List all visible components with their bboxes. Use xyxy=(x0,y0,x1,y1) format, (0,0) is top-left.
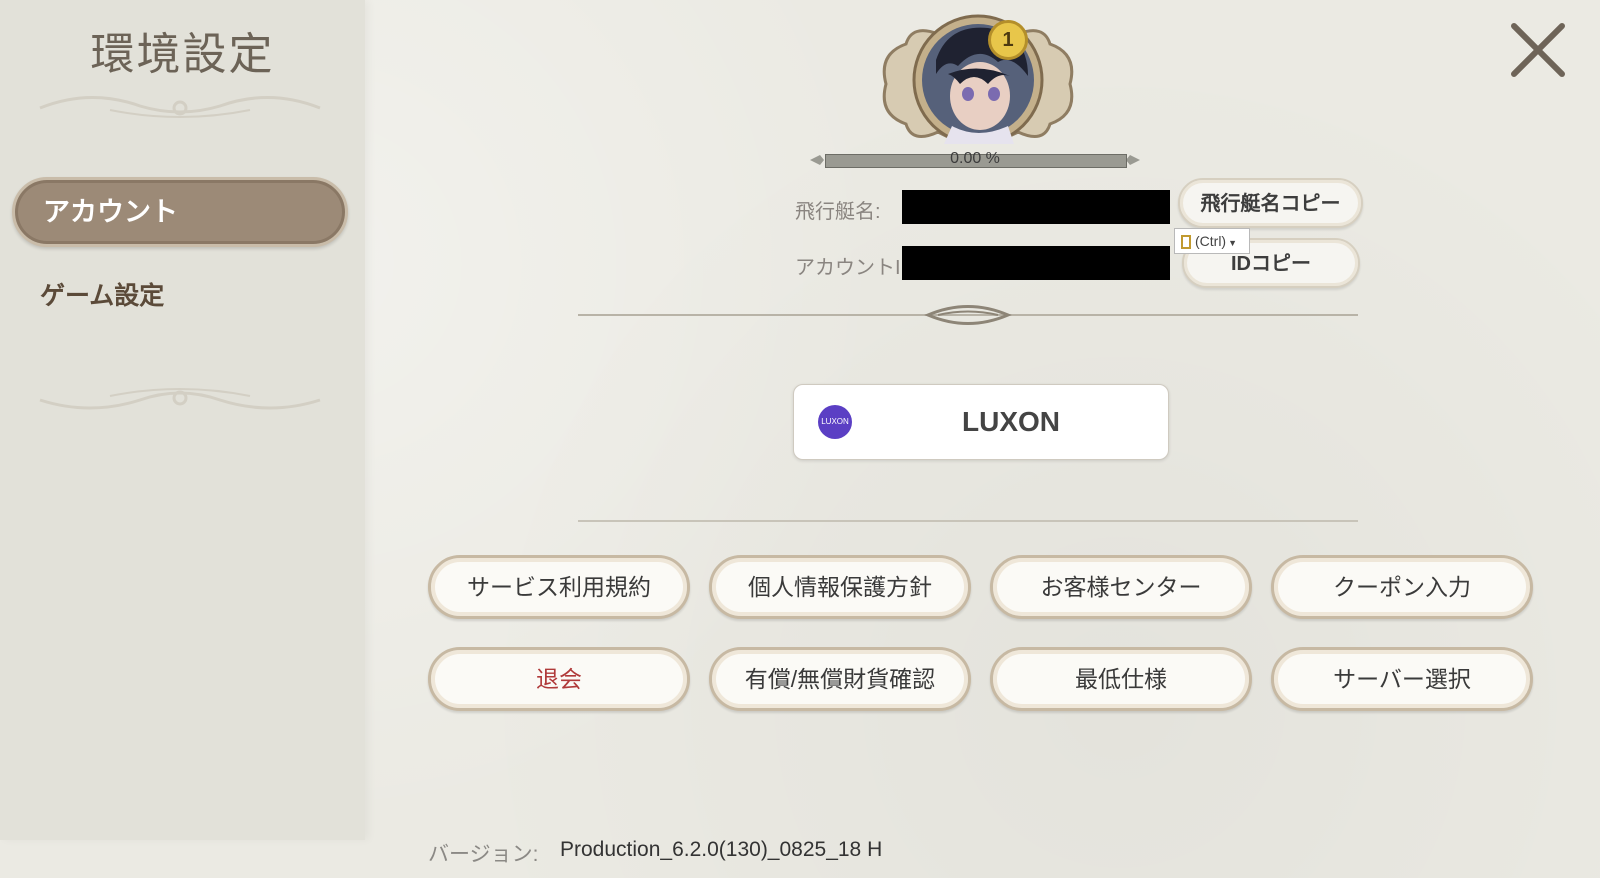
pilot-name-label: 飛行艇名: xyxy=(795,201,881,223)
experience-progress: 0.00 % xyxy=(810,150,1140,168)
page-title: 環境設定 xyxy=(90,29,275,80)
copy-pilot-name-button[interactable]: 飛行艇名コピー xyxy=(1178,178,1363,228)
coupon-input-button[interactable]: クーポン入力 xyxy=(1271,555,1533,619)
ornament-divider-bottom xyxy=(39,388,321,410)
account-id-label: アカウントI xyxy=(795,257,901,279)
level-badge: 1 xyxy=(988,20,1028,60)
tab-game-settings[interactable]: ゲーム設定 xyxy=(40,276,164,312)
privacy-policy-button[interactable]: 個人情報保護方針 xyxy=(709,555,971,619)
tab-account-label: アカウント xyxy=(43,197,178,227)
withdraw-account-button[interactable]: 退会 xyxy=(428,647,690,711)
ornament-divider-main xyxy=(578,305,1358,325)
luxon-button-label: LUXON xyxy=(962,406,1060,437)
currency-check-button[interactable]: 有償/無償財貨確認 xyxy=(709,647,971,711)
section-divider xyxy=(578,520,1358,522)
avatar: 1 xyxy=(878,14,1078,146)
tab-account[interactable]: アカウント xyxy=(12,177,348,247)
account-id-redacted xyxy=(902,246,1170,280)
chevron-down-icon: ▼ xyxy=(1228,238,1238,248)
sidebar: 環境設定 アカウント ゲーム設定 xyxy=(0,0,365,840)
clipboard-icon xyxy=(1181,235,1191,250)
paste-options-chip[interactable]: (Ctrl) ▼ xyxy=(1174,228,1250,254)
server-select-button[interactable]: サーバー選択 xyxy=(1271,647,1533,711)
minimum-specs-button[interactable]: 最低仕様 xyxy=(990,647,1252,711)
luxon-login-button[interactable]: LUXON LUXON xyxy=(793,384,1169,460)
customer-center-button[interactable]: お客様センター xyxy=(990,555,1252,619)
ornament-divider-top xyxy=(39,95,321,118)
terms-of-service-button[interactable]: サービス利用規約 xyxy=(428,555,690,619)
progress-text: 0.00 % xyxy=(950,150,1000,167)
close-icon[interactable] xyxy=(1508,20,1568,80)
pilot-name-redacted xyxy=(902,190,1170,224)
version-value: Production_6.2.0(130)_0825_18 H xyxy=(560,838,883,861)
version-label: バージョン: xyxy=(428,843,539,866)
paste-chip-label: (Ctrl) xyxy=(1195,233,1227,249)
